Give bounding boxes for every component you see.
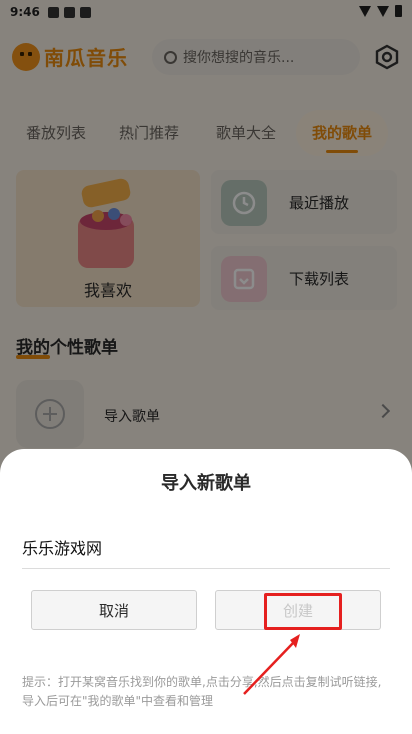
cancel-button[interactable]: 取消 (31, 590, 197, 630)
create-button-highlight (264, 593, 342, 630)
annotation-arrow-icon (243, 634, 300, 695)
dialog-hint: 提示：打开某窝音乐找到你的歌单,点击分享,然后点击复制试听链接, 导入后可在"我… (22, 675, 382, 708)
dialog-title: 导入新歌单 (161, 473, 251, 494)
import-dialog: 导入新歌单 取消 创建 提示：打开某窝音乐找到你的歌单,点击分享,然后点击复制试… (0, 449, 412, 734)
playlist-link-input[interactable] (22, 525, 390, 569)
